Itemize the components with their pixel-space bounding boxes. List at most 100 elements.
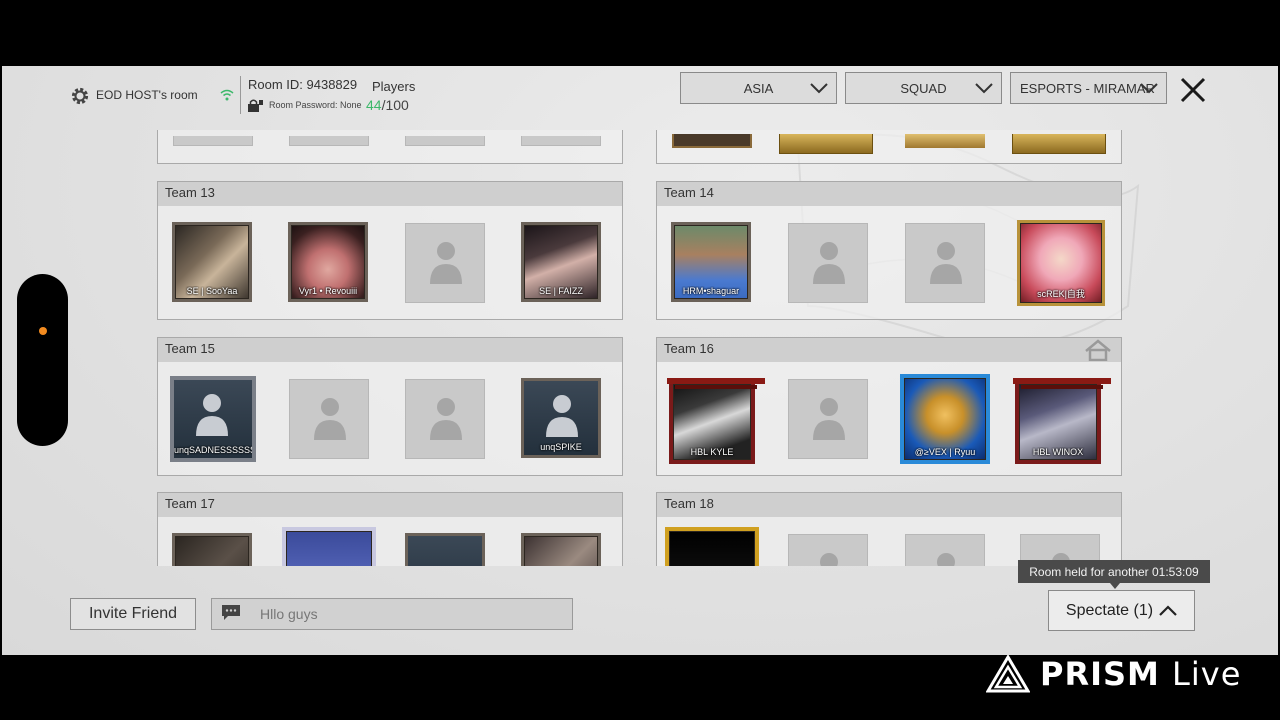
player-name: HRM•shaguar: [682, 286, 740, 296]
players-current: 44: [366, 97, 382, 113]
wifi-icon: [220, 89, 234, 101]
players-count: 44/100: [366, 97, 409, 113]
partial-slot: [521, 136, 601, 146]
prism-suffix: Live: [1172, 655, 1242, 693]
person-silhouette-icon: [930, 242, 962, 284]
person-silhouette-icon: [813, 398, 845, 440]
player-name: unqSPIKE: [540, 442, 582, 452]
team-name: Team 17: [158, 493, 622, 517]
floating-side-pill[interactable]: [17, 274, 68, 446]
players-label: Players: [372, 79, 416, 94]
team-panel-15: Team 15 unqSADNESSSSSS unqSPIKE: [157, 337, 623, 476]
person-silhouette-icon: [430, 398, 462, 440]
partial-slot: [672, 134, 752, 148]
player-slot[interactable]: scREK|自我: [1017, 220, 1105, 306]
close-icon[interactable]: [1176, 72, 1210, 108]
prism-brand: PRISM: [1040, 655, 1160, 693]
lock-icon: [248, 99, 263, 112]
players-max: /100: [381, 97, 409, 113]
chevron-up-icon: [1159, 604, 1177, 616]
header-divider: [240, 76, 241, 114]
player-slot[interactable]: @≥VEX | Ryuu: [900, 374, 990, 464]
person-silhouette-icon: [546, 395, 578, 437]
player-slot[interactable]: SE | FAIZZ: [521, 222, 601, 302]
chevron-down-icon: [1140, 83, 1158, 94]
empty-slot[interactable]: [788, 379, 868, 459]
player-slot[interactable]: Vyr1 • Revouiii: [288, 222, 368, 302]
room-held-tooltip: Room held for another 01:53:09: [1018, 560, 1210, 583]
chevron-down-icon: [810, 83, 828, 94]
mode-dropdown[interactable]: SQUAD: [845, 72, 1002, 104]
person-silhouette-icon: [820, 553, 838, 566]
person-silhouette-icon: [937, 553, 955, 566]
team-name: Team 18: [657, 493, 1121, 517]
empty-slot[interactable]: [788, 223, 868, 303]
team-name: Team 16: [657, 338, 1121, 362]
team-panel-17: Team 17: [157, 492, 623, 566]
player-slot[interactable]: SE | SooYaa: [172, 222, 252, 302]
player-slot[interactable]: [665, 527, 759, 566]
prism-live-text: PRISM Live: [1040, 655, 1241, 693]
team-panel-partial-left: [157, 130, 623, 164]
team-panel-18: Team 18: [656, 492, 1122, 566]
player-name: scREK|自我: [1037, 289, 1085, 299]
player-slot[interactable]: unqSADNESSSSSS: [170, 376, 256, 462]
home-icon: [1085, 339, 1111, 361]
player-slot[interactable]: [172, 533, 252, 566]
team-name: Team 14: [657, 182, 1121, 206]
map-value: ESPORTS - MIRAMAR: [1020, 80, 1155, 96]
chat-input[interactable]: Hllo guys: [211, 598, 573, 630]
player-name: SE | SooYaa: [186, 286, 238, 296]
team-name: Team 15: [158, 338, 622, 362]
person-silhouette-icon: [813, 242, 845, 284]
chat-bubble-icon: [222, 605, 240, 620]
player-slot[interactable]: [405, 533, 485, 566]
prism-logo-icon: [986, 655, 1030, 693]
player-slot[interactable]: HBL KYLE: [667, 378, 765, 464]
team-name: Team 13: [158, 182, 622, 206]
player-name: unqSADNESSSSSS: [174, 445, 252, 455]
torii-frame-icon: [1013, 378, 1111, 389]
player-slot[interactable]: HBL WINOX: [1013, 378, 1111, 464]
invite-friend-button[interactable]: Invite Friend: [70, 598, 196, 630]
partial-slot: [1012, 134, 1106, 154]
person-silhouette-icon: [314, 398, 346, 440]
host-room-name: EOD HOST's room: [96, 88, 198, 102]
empty-slot[interactable]: [405, 379, 485, 459]
player-slot[interactable]: [521, 533, 601, 566]
team-panel-14: Team 14 HRM•shaguar scREK|自我: [656, 181, 1122, 320]
empty-slot[interactable]: [905, 534, 985, 566]
region-value: ASIA: [743, 80, 774, 96]
spectate-button[interactable]: Spectate (1): [1048, 590, 1195, 631]
player-slot[interactable]: [282, 527, 376, 566]
player-slot[interactable]: unqSPIKE: [521, 378, 601, 458]
team-panel-partial-right: [656, 130, 1122, 164]
team-panel-16: Team 16 HBL KYLE @≥VEX | Ryuu HBL WINOX: [656, 337, 1122, 476]
empty-slot[interactable]: [788, 534, 868, 566]
prism-live-watermark: PRISM Live: [986, 654, 1241, 694]
player-name: SE | FAIZZ: [539, 286, 583, 296]
gear-icon[interactable]: [70, 86, 90, 106]
top-letterbox: [0, 0, 1280, 66]
room-id: Room ID: 9438829: [248, 77, 358, 92]
person-silhouette-icon: [430, 242, 462, 284]
player-name: @≥VEX | Ryuu: [914, 447, 976, 457]
empty-slot[interactable]: [405, 223, 485, 303]
partial-slot: [405, 136, 485, 146]
partial-slot: [779, 134, 873, 154]
map-dropdown[interactable]: ESPORTS - MIRAMAR: [1010, 72, 1167, 104]
mode-value: SQUAD: [900, 80, 947, 96]
recording-dot: [39, 327, 47, 335]
empty-slot[interactable]: [905, 223, 985, 303]
player-name: Vyr1 • Revouiii: [298, 286, 358, 296]
chevron-down-icon: [975, 83, 993, 94]
player-slot[interactable]: HRM•shaguar: [671, 222, 751, 302]
tooltip-arrow: [1110, 583, 1120, 589]
team-panel-13: Team 13 SE | SooYaa Vyr1 • Revouiii SE |…: [157, 181, 623, 320]
player-name: HBL WINOX: [1032, 447, 1084, 457]
region-dropdown[interactable]: ASIA: [680, 72, 837, 104]
player-name: HBL KYLE: [690, 447, 734, 457]
empty-slot[interactable]: [289, 379, 369, 459]
partial-slot: [173, 136, 253, 146]
room-password: Room Password: None: [269, 100, 362, 110]
